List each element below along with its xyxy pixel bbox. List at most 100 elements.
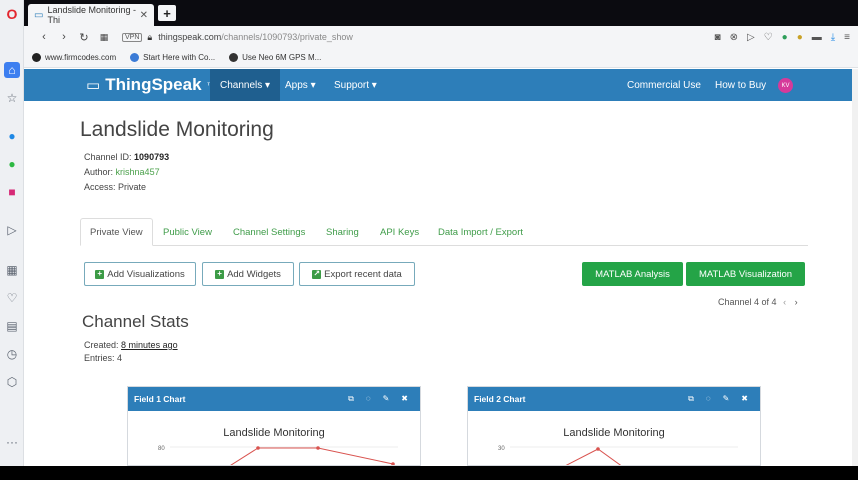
player-icon[interactable]: ▷ — [4, 222, 20, 238]
home-icon[interactable]: ⌂ — [4, 62, 20, 78]
lock-icon[interactable]: 🔒︎ — [147, 32, 152, 43]
thingspeak-navbar: ▭ ThingSpeak™ Channels ▾ Apps ▾ Support … — [24, 69, 852, 101]
channel-tabs: Private View Public View Channel Setting… — [80, 218, 808, 246]
nav-commercial-use[interactable]: Commercial Use — [627, 69, 701, 101]
series-line — [230, 447, 394, 465]
field-2-chart-card: Field 2 Chart ⧉ ◌ ✎ ✖ Landslide Monitori… — [467, 386, 761, 466]
reload-icon[interactable]: ↻ — [76, 31, 92, 44]
export-recent-data-button[interactable]: ↗ Export recent data — [299, 262, 415, 286]
open-external-icon[interactable]: ⧉ — [348, 394, 354, 404]
back-icon[interactable]: ‹ — [36, 31, 52, 43]
comment-icon[interactable]: ◌ — [366, 394, 371, 404]
firmcodes-favicon-icon — [32, 53, 41, 62]
url-field[interactable]: thingspeak.com/channels/1090793/private_… — [158, 32, 353, 42]
new-tab-button[interactable]: + — [158, 5, 176, 21]
tab-close-icon[interactable]: ✕ — [140, 10, 148, 21]
card-tools: ⧉ ◌ ✎ ✖ — [688, 394, 748, 404]
chart-title: Landslide Monitoring — [563, 427, 665, 439]
edit-pencil-icon[interactable]: ✎ — [383, 394, 390, 404]
author-label: Author: — [84, 167, 114, 177]
tab-sharing[interactable]: Sharing — [317, 218, 368, 246]
nav-apps[interactable]: Apps ▾ — [285, 69, 316, 101]
channel-pager: Channel 4 of 4 ‹ › — [718, 297, 798, 307]
news-icon[interactable]: ▤ — [4, 318, 20, 334]
nav-channels[interactable]: Channels ▾ — [210, 69, 281, 101]
entries-line: Entries: 4 — [84, 353, 123, 363]
card-tools: ⧉ ◌ ✎ ✖ — [348, 394, 408, 404]
camera-icon[interactable]: ◙ — [715, 32, 721, 43]
author-link[interactable]: krishna457 — [116, 167, 160, 177]
send-icon[interactable]: ▷ — [747, 32, 755, 43]
extensions-icon[interactable]: ⬡ — [4, 374, 20, 390]
adblock-icon[interactable]: ⊗ — [730, 32, 738, 43]
tab-private-view[interactable]: Private View — [80, 218, 153, 246]
address-bar: ‹ › ↻ ▦ VPN 🔒︎ thingspeak.com/channels/1… — [24, 26, 858, 48]
speed-dial-icon[interactable]: ▦ — [4, 262, 20, 278]
open-external-icon[interactable]: ⧉ — [688, 394, 694, 404]
page-title: Landslide Monitoring — [80, 118, 274, 141]
thingspeak-logo[interactable]: ▭ ThingSpeak™ — [86, 74, 215, 96]
page-scrollbar[interactable] — [852, 69, 858, 466]
data-point — [256, 446, 260, 450]
matlab-visualization-button[interactable]: MATLAB Visualization — [686, 262, 805, 286]
tabs-grid-icon[interactable]: ▦ — [96, 32, 112, 43]
extension-icon[interactable]: ● — [782, 32, 788, 43]
bookmark-label: www.firmcodes.com — [45, 53, 117, 62]
heart-outline-icon[interactable]: ♡ — [764, 32, 773, 43]
prev-channel-icon[interactable]: ‹ — [783, 297, 786, 307]
add-visualizations-button[interactable]: + Add Visualizations — [84, 262, 196, 286]
field-1-chart-card: Field 1 Chart ⧉ ◌ ✎ ✖ Landslide Monitori… — [127, 386, 421, 466]
instagram-icon[interactable]: ■ — [4, 184, 20, 200]
button-label: Add Widgets — [227, 268, 281, 280]
heart-icon[interactable]: ♡ — [4, 290, 20, 306]
url-path: /channels/1090793/private_show — [221, 32, 353, 42]
tab-public-view[interactable]: Public View — [154, 218, 221, 246]
forward-icon[interactable]: › — [56, 31, 72, 43]
access-line: Access: Private — [84, 182, 146, 192]
download-icon[interactable]: ⤓ — [831, 32, 835, 43]
bookmark-firmcodes[interactable]: www.firmcodes.com — [32, 53, 116, 62]
whatsapp-icon[interactable]: ● — [4, 156, 20, 172]
button-label: Export recent data — [324, 268, 402, 280]
browser-tab-active[interactable]: ▭ Landslide Monitoring - Thi ✕ — [28, 4, 154, 26]
nav-how-to-buy[interactable]: How to Buy — [715, 69, 766, 101]
close-icon[interactable]: ✖ — [401, 394, 408, 404]
bookmark-star-icon[interactable]: ☆ — [4, 90, 20, 106]
nav-support[interactable]: Support ▾ — [334, 69, 377, 101]
tab-api-keys[interactable]: API Keys — [371, 218, 428, 246]
author-line: Author: krishna457 — [84, 167, 160, 177]
browser-sidebar: O ⌂ ☆ ● ● ■ ▷ ▦ ♡ ▤ ◷ ⬡ ··· — [0, 0, 24, 480]
next-channel-icon[interactable]: › — [795, 297, 798, 307]
channel-id-line: Channel ID: 1090793 — [84, 152, 169, 162]
wallet-icon[interactable]: ▬ — [812, 32, 822, 43]
card-header: Field 1 Chart ⧉ ◌ ✎ ✖ — [128, 387, 420, 411]
messenger-icon[interactable]: ● — [4, 128, 20, 144]
thingspeak-favicon-icon: ▭ — [34, 9, 44, 21]
more-icon[interactable]: ··· — [4, 434, 20, 450]
tab-channel-settings[interactable]: Channel Settings — [224, 218, 314, 246]
tab-data-import-export[interactable]: Data Import / Export — [429, 218, 532, 246]
extension-icon-2[interactable]: ● — [797, 32, 803, 43]
access-label: Access: — [84, 182, 116, 192]
plus-icon: + — [95, 269, 105, 279]
user-avatar[interactable]: KV — [778, 78, 793, 93]
matlab-analysis-button[interactable]: MATLAB Analysis — [582, 262, 683, 286]
bookmark-start-here[interactable]: Start Here with Co... — [130, 53, 215, 62]
bookmark-label: Start Here with Co... — [143, 53, 216, 62]
edit-pencil-icon[interactable]: ✎ — [723, 394, 730, 404]
opera-logo-icon[interactable]: O — [4, 6, 20, 22]
menu-icon[interactable]: ≡ — [844, 32, 850, 43]
field-2-chart-plot: 30 — [498, 446, 738, 465]
comment-icon[interactable]: ◌ — [706, 394, 711, 404]
button-label: Add Visualizations — [107, 268, 185, 280]
pager-text: Channel 4 of 4 — [718, 297, 777, 307]
add-widgets-button[interactable]: + Add Widgets — [202, 262, 294, 286]
card-title: Field 1 Chart — [134, 394, 186, 404]
close-icon[interactable]: ✖ — [741, 394, 748, 404]
logo-text: ThingSpeak — [105, 75, 202, 94]
bookmark-neo-gps[interactable]: Use Neo 6M GPS M... — [229, 53, 321, 62]
vpn-badge[interactable]: VPN — [122, 32, 143, 42]
history-icon[interactable]: ◷ — [4, 346, 20, 362]
data-point — [596, 447, 600, 451]
chat-bubble-icon: ▭ — [86, 77, 101, 94]
